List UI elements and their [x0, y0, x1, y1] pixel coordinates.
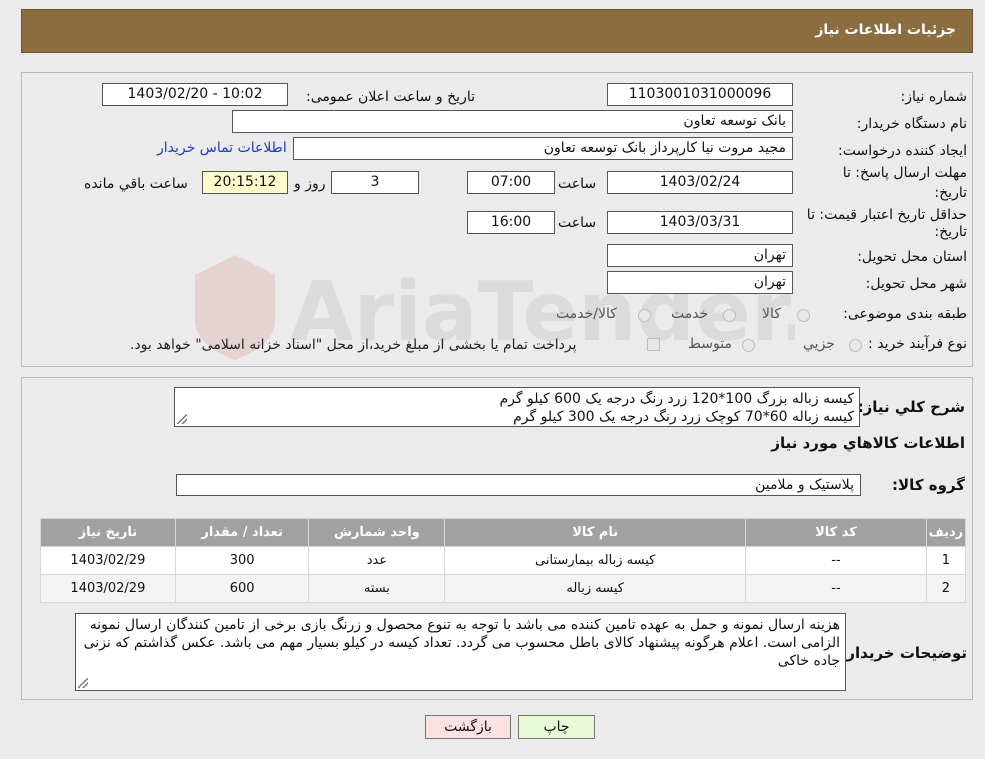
treasury-checkbox[interactable] — [647, 338, 660, 351]
resize-grip-icon[interactable] — [177, 414, 187, 424]
col-code: کد کالا — [745, 518, 927, 547]
requester-field: مجید مروت نیا کارپرداز بانک توسعه تعاون — [293, 137, 793, 160]
deadline-label: مهلت ارسال پاسخ: تا — [842, 165, 967, 181]
validity-time-label: ساعت — [558, 215, 597, 231]
announce-datetime-field: 1403/02/20 - 10:02 — [102, 83, 288, 106]
requester-label: ایجاد کننده درخواست: — [838, 143, 967, 159]
remaining-time-label: ساعت باقي مانده — [84, 176, 188, 192]
resize-grip-icon[interactable] — [78, 678, 88, 688]
goods-section-title: اطلاعات کالاهاي مورد نياز — [771, 434, 965, 452]
goods-table: رديف کد کالا نام کالا واحد شمارش تعداد /… — [40, 518, 967, 603]
validity-date-field: 1403/03/31 — [607, 211, 793, 234]
category-option-goods-service: کالا/خدمت — [556, 306, 617, 322]
deadline-date-field: 1403/02/24 — [607, 171, 793, 194]
buyer-notes-textarea[interactable]: هزینه ارسال نمونه و حمل به عهده تامین کن… — [75, 613, 846, 691]
cell-row: 1 — [925, 546, 967, 575]
col-name: نام کالا — [444, 518, 747, 547]
validity-time-field: 16:00 — [467, 211, 555, 234]
purchase-type-option-medium: متوسط — [688, 336, 732, 352]
page-title: جزئیات اطلاعات نیاز — [815, 22, 956, 38]
buyer-notes-label: توضیحات خریدار: — [840, 644, 967, 662]
validity-label-date: تاریخ: — [934, 224, 967, 240]
cell-need-date: 1403/02/29 — [40, 546, 176, 575]
days-label: روز و — [294, 176, 326, 192]
category-radio-service[interactable] — [723, 309, 736, 322]
treasury-payment-note: پرداخت تمام یا بخشی از مبلغ خرید،از محل … — [130, 337, 577, 353]
purchase-type-radio-minor[interactable] — [849, 339, 862, 352]
category-radio-goods[interactable] — [797, 309, 810, 322]
validity-label: حداقل تاریخ اعتبار قیمت: تا — [806, 207, 967, 223]
cell-name: کیسه زباله بیمارستانی — [444, 546, 747, 575]
cell-name: کیسه زباله — [444, 574, 747, 603]
purchase-type-option-minor: جزیي — [803, 336, 835, 352]
page-header: جزئیات اطلاعات نیاز — [21, 9, 973, 53]
category-option-goods: کالا — [762, 306, 781, 322]
description-label: شرح کلي نياز: — [857, 398, 965, 416]
days-remaining-field: 3 — [331, 171, 419, 194]
announce-datetime-label: تاریخ و ساعت اعلان عمومی: — [306, 89, 475, 105]
back-button[interactable]: بازگشت — [425, 715, 511, 739]
cell-unit: عدد — [308, 546, 446, 575]
province-label: استان محل تحویل: — [857, 249, 967, 265]
table-row: 1 -- کیسه زباله بیمارستانی عدد 300 1403/… — [40, 546, 967, 575]
buyer-notes-text: هزینه ارسال نمونه و حمل به عهده تامین کن… — [83, 617, 840, 669]
col-row: رديف — [925, 518, 967, 547]
goods-group-field: پلاستیک و ملامین — [176, 474, 861, 496]
buyer-contact-link[interactable]: اطلاعات تماس خریدار — [157, 140, 287, 156]
city-field: تهران — [607, 271, 793, 294]
cell-row: 2 — [925, 574, 967, 603]
cell-need-date: 1403/02/29 — [40, 574, 176, 603]
cell-quantity: 300 — [174, 546, 310, 575]
cell-code: -- — [745, 574, 927, 603]
col-unit: واحد شمارش — [308, 518, 446, 547]
goods-group-label: گروه کالا: — [892, 476, 965, 494]
category-option-service: خدمت — [671, 306, 709, 322]
print-button[interactable]: چاپ — [518, 715, 595, 739]
cell-quantity: 600 — [174, 574, 310, 603]
city-label: شهر محل تحویل: — [865, 276, 967, 292]
goods-table-header: رديف کد کالا نام کالا واحد شمارش تعداد /… — [40, 518, 967, 547]
province-field: تهران — [607, 244, 793, 267]
category-label: طبقه بندی موضوعی: — [843, 306, 967, 322]
description-line-2: کیسه زباله 60*70 کوچک زرد رنگ درجه یک 30… — [513, 409, 854, 425]
col-quantity: تعداد / مقدار — [174, 518, 310, 547]
purchase-type-radio-medium[interactable] — [742, 339, 755, 352]
cell-unit: بسته — [308, 574, 446, 603]
table-row: 2 -- کیسه زباله بسته 600 1403/02/29 — [40, 574, 967, 603]
deadline-time-field: 07:00 — [467, 171, 555, 194]
description-textarea[interactable]: کیسه زباله بزرگ 100*120 زرد رنگ درجه یک … — [174, 387, 860, 427]
buyer-org-field: بانک توسعه تعاون — [232, 110, 793, 133]
description-line-1: کیسه زباله بزرگ 100*120 زرد رنگ درجه یک … — [499, 391, 854, 407]
need-number-label: شماره نیاز: — [900, 89, 968, 105]
category-radio-goods-service[interactable] — [638, 309, 651, 322]
deadline-label-date: تاریخ: — [934, 185, 967, 201]
col-need-date: تاریخ نیاز — [40, 518, 176, 547]
remaining-time-field: 20:15:12 — [202, 171, 288, 194]
cell-code: -- — [745, 546, 927, 575]
deadline-time-label: ساعت — [558, 176, 597, 192]
need-number-field: 1103001031000096 — [607, 83, 793, 106]
buyer-org-label: نام دستگاه خریدار: — [856, 116, 967, 132]
purchase-type-label: نوع فرآیند خرید : — [868, 336, 967, 352]
